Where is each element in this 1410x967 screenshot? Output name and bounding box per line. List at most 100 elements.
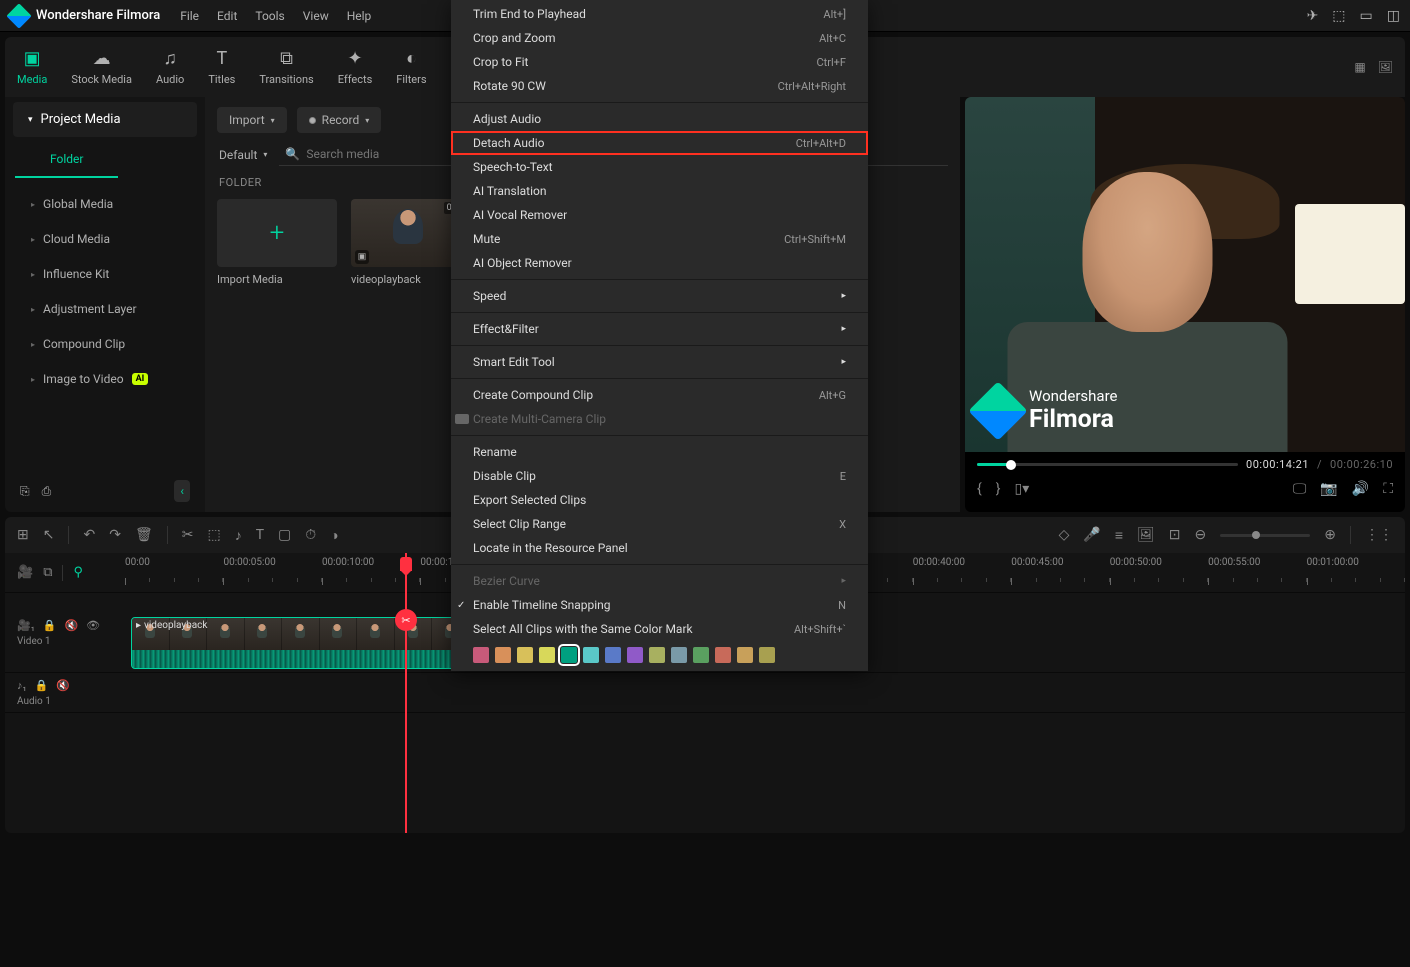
grid-view-icon[interactable]: ▦ (1354, 60, 1365, 74)
ctx-item-trim-end-to-playhead[interactable]: Trim End to PlayheadAlt+] (451, 2, 868, 26)
collapse-sidebar-button[interactable]: ‹ (174, 480, 190, 502)
new-bin-icon[interactable]: ⎙ (42, 484, 52, 499)
cursor-icon[interactable]: ↖ (43, 527, 55, 543)
tl-link-icon[interactable]: ⧉ (43, 565, 52, 580)
ctx-item-rotate-90-cw[interactable]: Rotate 90 CWCtrl+Alt+Right (451, 74, 868, 98)
ctx-item-detach-audio[interactable]: Detach AudioCtrl+Alt+D (451, 131, 868, 155)
tab-audio[interactable]: ♫Audio (144, 37, 196, 97)
marker-icon[interactable]: ◇ (1059, 527, 1070, 543)
color-swatch[interactable] (759, 647, 775, 663)
color-swatch[interactable] (605, 647, 621, 663)
menu-help[interactable]: Help (347, 9, 372, 23)
menu-edit[interactable]: Edit (217, 9, 237, 23)
ctx-item-create-compound-clip[interactable]: Create Compound ClipAlt+G (451, 383, 868, 407)
sidebar-folder-tab[interactable]: Folder (15, 142, 118, 178)
volume-icon[interactable]: 🔊 (1352, 481, 1369, 497)
sidebar-item-compound-clip[interactable]: ▸Compound Clip (13, 327, 197, 361)
mute-icon[interactable]: 🔇 (64, 619, 78, 632)
zoom-in-icon[interactable]: ⊕ (1324, 527, 1336, 543)
color-swatch[interactable] (715, 647, 731, 663)
sort-default-button[interactable]: Default▾ (217, 144, 269, 166)
color-swatch[interactable] (671, 647, 687, 663)
new-folder-icon[interactable]: ⎘ (20, 484, 30, 499)
display-icon[interactable]: ▭ (1360, 8, 1373, 24)
record-button[interactable]: Record▾ (297, 107, 382, 133)
sidebar-item-adjustment-layer[interactable]: ▸Adjustment Layer (13, 292, 197, 326)
text-icon[interactable]: T (256, 527, 264, 543)
color-swatch[interactable] (539, 647, 555, 663)
ctx-item-crop-and-zoom[interactable]: Crop and ZoomAlt+C (451, 26, 868, 50)
cut-icon[interactable]: ✂ (182, 527, 194, 543)
send-icon[interactable]: ✈ (1307, 8, 1319, 24)
track-options-icon[interactable]: ⋮⋮ (1365, 527, 1393, 543)
menu-view[interactable]: View (303, 9, 329, 23)
import-button[interactable]: Import▾ (217, 107, 287, 133)
ctx-item-select-clip-range[interactable]: Select Clip RangeX (451, 512, 868, 536)
mute-icon[interactable]: 🔇 (56, 679, 70, 692)
color-swatch[interactable] (495, 647, 511, 663)
ctx-item-adjust-audio[interactable]: Adjust Audio (451, 107, 868, 131)
fullscreen-icon[interactable]: ⛶ (1383, 481, 1393, 497)
color-swatch[interactable] (627, 647, 643, 663)
color-swatch[interactable] (737, 647, 753, 663)
zoom-out-icon[interactable]: ⊖ (1195, 527, 1207, 543)
menu-tools[interactable]: Tools (255, 9, 284, 23)
menu-file[interactable]: File (180, 9, 199, 23)
sidebar-item-global-media[interactable]: ▸Global Media (13, 187, 197, 221)
frame-icon[interactable]: ▢ (278, 527, 291, 543)
ctx-item-ai-object-remover[interactable]: AI Object Remover (451, 251, 868, 275)
ctx-item-speed[interactable]: Speed▸ (451, 284, 868, 308)
tab-titles[interactable]: TTitles (196, 37, 247, 97)
playhead[interactable]: ✂ (405, 553, 407, 833)
color-swatch[interactable] (693, 647, 709, 663)
sidebar-item-influence-kit[interactable]: ▸Influence Kit (13, 257, 197, 291)
tab-media[interactable]: ▣Media (5, 37, 59, 97)
ctx-item-select-all-clips-with-the-same-color-mark[interactable]: Select All Clips with the Same Color Mar… (451, 617, 868, 641)
color-swatch[interactable] (517, 647, 533, 663)
zoom-slider[interactable] (1220, 534, 1310, 537)
import-media-thumb[interactable]: + Import Media (217, 199, 337, 286)
eye-icon[interactable]: 👁 (86, 619, 100, 632)
ctx-item-crop-to-fit[interactable]: Crop to FitCtrl+F (451, 50, 868, 74)
sidebar-item-image-to-video[interactable]: ▸Image to VideoAI (13, 362, 197, 396)
ctx-item-disable-clip[interactable]: Disable ClipE (451, 464, 868, 488)
ctx-item-ai-translation[interactable]: AI Translation (451, 179, 868, 203)
music-icon[interactable]: ♪ (235, 527, 242, 544)
color-swatch[interactable] (649, 647, 665, 663)
picture-icon[interactable]: 🖼 (1137, 527, 1155, 543)
crop-icon[interactable]: ⬚ (207, 527, 220, 543)
tab-stock-media[interactable]: ☁Stock Media (59, 37, 144, 97)
ctx-item-export-selected-clips[interactable]: Export Selected Clips (451, 488, 868, 512)
ctx-item-speech-to-text[interactable]: Speech-to-Text (451, 155, 868, 179)
lock-icon[interactable]: 🔒 (35, 679, 49, 692)
panel-icon[interactable]: ◫ (1387, 8, 1400, 24)
tab-filters[interactable]: ◐Filters (384, 37, 438, 97)
ctx-item-ai-vocal-remover[interactable]: AI Vocal Remover (451, 203, 868, 227)
playhead-handle[interactable] (400, 557, 412, 571)
tab-effects[interactable]: ✦Effects (326, 37, 385, 97)
cloud-icon[interactable]: ⬚ (1332, 8, 1345, 24)
tl-auto-ripple-icon[interactable]: ⚲ (73, 565, 83, 580)
sidebar-project-media[interactable]: ▾Project Media (13, 102, 197, 137)
brace-close[interactable]: } (996, 481, 1001, 497)
delete-icon[interactable]: 🗑 (135, 527, 153, 543)
lock-icon[interactable]: 🔒 (43, 619, 57, 632)
color-swatch[interactable] (473, 647, 489, 663)
redo-icon[interactable]: ↷ (109, 527, 121, 543)
monitor-icon[interactable]: 🖵 (1293, 481, 1307, 497)
tab-transitions[interactable]: ⧉Transitions (247, 37, 325, 97)
ctx-item-locate-in-the-resource-panel[interactable]: Locate in the Resource Panel (451, 536, 868, 560)
ctx-item-enable-timeline-snapping[interactable]: ✓Enable Timeline SnappingN (451, 593, 868, 617)
brace-open[interactable]: { (977, 481, 982, 497)
mic-icon[interactable]: 🎤 (1083, 527, 1100, 543)
expand-icon[interactable]: ⊡ (1169, 527, 1181, 543)
ctx-item-rename[interactable]: Rename (451, 440, 868, 464)
playhead-split-button[interactable]: ✂ (395, 609, 417, 631)
tl-camera-icon[interactable]: 🎥 (17, 565, 33, 580)
mixer-icon[interactable]: ≡ (1115, 527, 1123, 544)
color-swatch[interactable] (561, 647, 577, 663)
color-swatch[interactable] (583, 647, 599, 663)
undo-icon[interactable]: ↶ (83, 527, 95, 543)
image-view-icon[interactable]: 🖼 (1378, 60, 1393, 74)
speed-icon[interactable]: ⏱ (305, 527, 316, 543)
